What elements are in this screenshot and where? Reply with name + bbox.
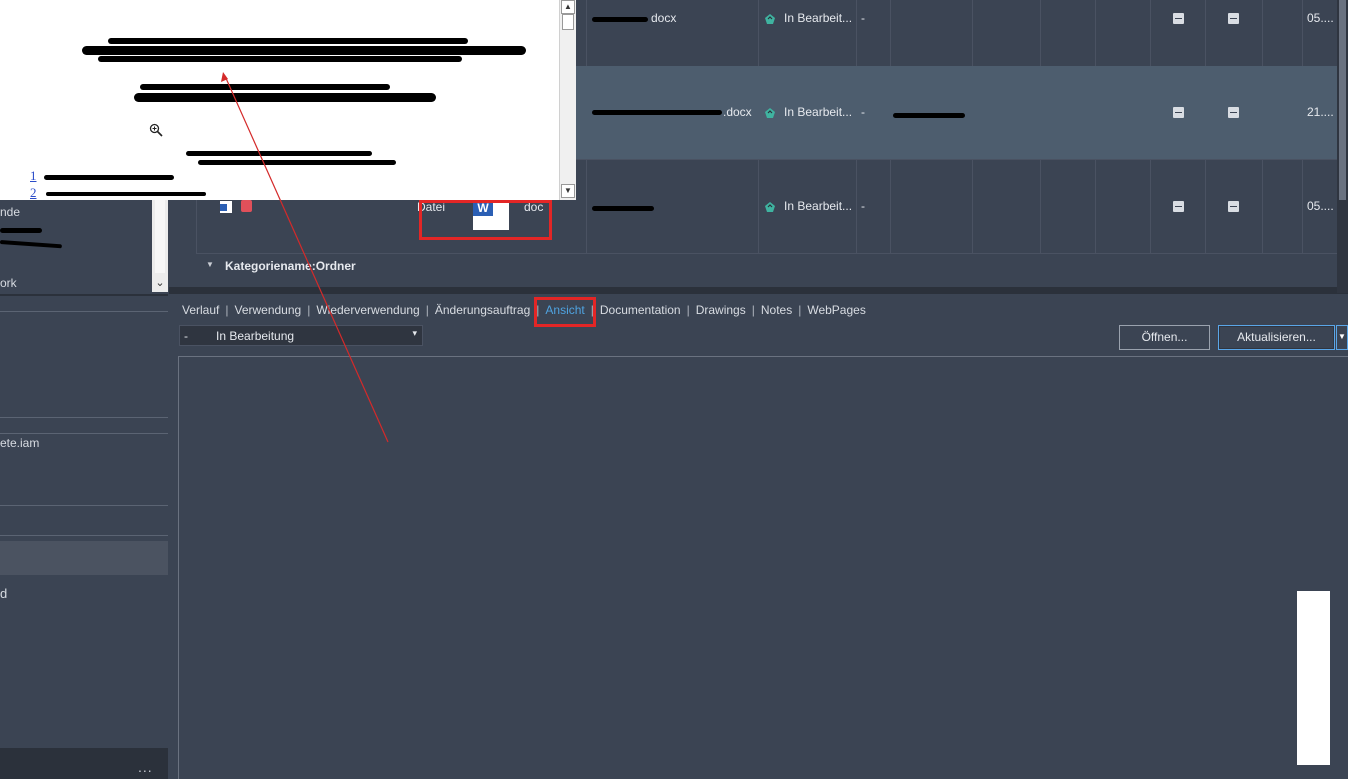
tab-bar: Verlauf | Verwendung | Wiederverwendung | Ä… xyxy=(179,300,869,320)
word-doc-icon xyxy=(220,201,232,213)
tab-documentation[interactable]: Documentation xyxy=(597,303,684,317)
revision-text: - xyxy=(861,105,865,119)
tab-verlauf[interactable]: Verlauf xyxy=(179,303,222,317)
left-panel xyxy=(0,195,169,779)
chevron-down-icon[interactable]: ⌄ xyxy=(152,274,168,292)
minus-icon[interactable] xyxy=(1228,107,1239,118)
more-options-icon[interactable]: ... xyxy=(138,759,153,775)
left-panel-item[interactable]: ork xyxy=(0,276,17,290)
tab-notes[interactable]: Notes xyxy=(758,303,795,317)
collapse-triangle-icon[interactable]: ▼ xyxy=(206,260,214,269)
tab-wiederverwendung[interactable]: Wiederverwendung xyxy=(313,303,422,317)
toc-number[interactable]: 1 xyxy=(30,168,37,184)
splitter[interactable] xyxy=(169,287,1348,294)
state-dash: - xyxy=(184,329,188,343)
status-text: In Bearbeit... xyxy=(784,199,853,213)
left-panel-selected-row[interactable] xyxy=(0,541,168,575)
recycle-state-icon xyxy=(765,108,775,118)
status-text: In Bearbeit... xyxy=(784,105,853,119)
file-name: docx xyxy=(651,11,677,25)
highlight-box xyxy=(534,297,596,327)
minus-icon[interactable] xyxy=(1173,13,1184,24)
date-text: 05.... xyxy=(1307,199,1334,213)
tab-verwendung[interactable]: Verwendung xyxy=(231,303,304,317)
lock-icon xyxy=(241,200,252,212)
revision-text: - xyxy=(861,11,865,25)
minus-icon[interactable] xyxy=(1228,201,1239,212)
left-panel-item[interactable]: d xyxy=(0,586,7,601)
scroll-down-icon[interactable]: ▼ xyxy=(561,184,575,198)
date-text: 21.... xyxy=(1307,105,1334,119)
group-label: Kategoriename:Ordner xyxy=(225,259,356,273)
date-text: 05.... xyxy=(1307,11,1334,25)
preview-pane xyxy=(178,356,1348,779)
toc-number[interactable]: 2 xyxy=(30,185,37,200)
chevron-down-icon: ▾ xyxy=(412,328,417,338)
tab-aenderungsauftrag[interactable]: Änderungsauftrag xyxy=(432,303,533,317)
state-dropdown[interactable]: - In Bearbeitung ▾ xyxy=(179,325,423,346)
zoom-in-icon[interactable] xyxy=(149,123,163,137)
group-header[interactable]: ▼ Kategoriename:Ordner xyxy=(196,254,1337,280)
left-panel-item[interactable]: ete.iam xyxy=(0,436,39,450)
scroll-thumb[interactable] xyxy=(562,14,574,30)
document-preview: 1 2 xyxy=(0,0,560,200)
recycle-state-icon xyxy=(765,14,775,24)
scroll-up-icon[interactable]: ▲ xyxy=(561,0,575,14)
chevron-down-icon[interactable]: ▼ xyxy=(1336,325,1348,350)
revision-text: - xyxy=(861,199,865,213)
tab-drawings[interactable]: Drawings xyxy=(693,303,749,317)
minus-icon[interactable] xyxy=(1228,13,1239,24)
minus-icon[interactable] xyxy=(1173,201,1184,212)
update-button[interactable]: Aktualisieren... xyxy=(1218,325,1335,350)
open-button[interactable]: Öffnen... xyxy=(1119,325,1210,350)
tab-webpages[interactable]: WebPages xyxy=(804,303,868,317)
recycle-state-icon xyxy=(765,202,775,212)
file-name: .docx xyxy=(723,105,752,119)
left-panel-item[interactable]: nde xyxy=(0,205,20,219)
preview-scrollbar[interactable]: ▲ ▼ xyxy=(559,0,576,200)
status-text: In Bearbeit... xyxy=(784,11,853,25)
highlight-box xyxy=(419,200,552,240)
minus-icon[interactable] xyxy=(1173,107,1184,118)
preview-scroll-area xyxy=(1297,591,1330,765)
grid-scrollbar[interactable] xyxy=(1337,0,1348,293)
state-value: In Bearbeitung xyxy=(216,329,295,343)
